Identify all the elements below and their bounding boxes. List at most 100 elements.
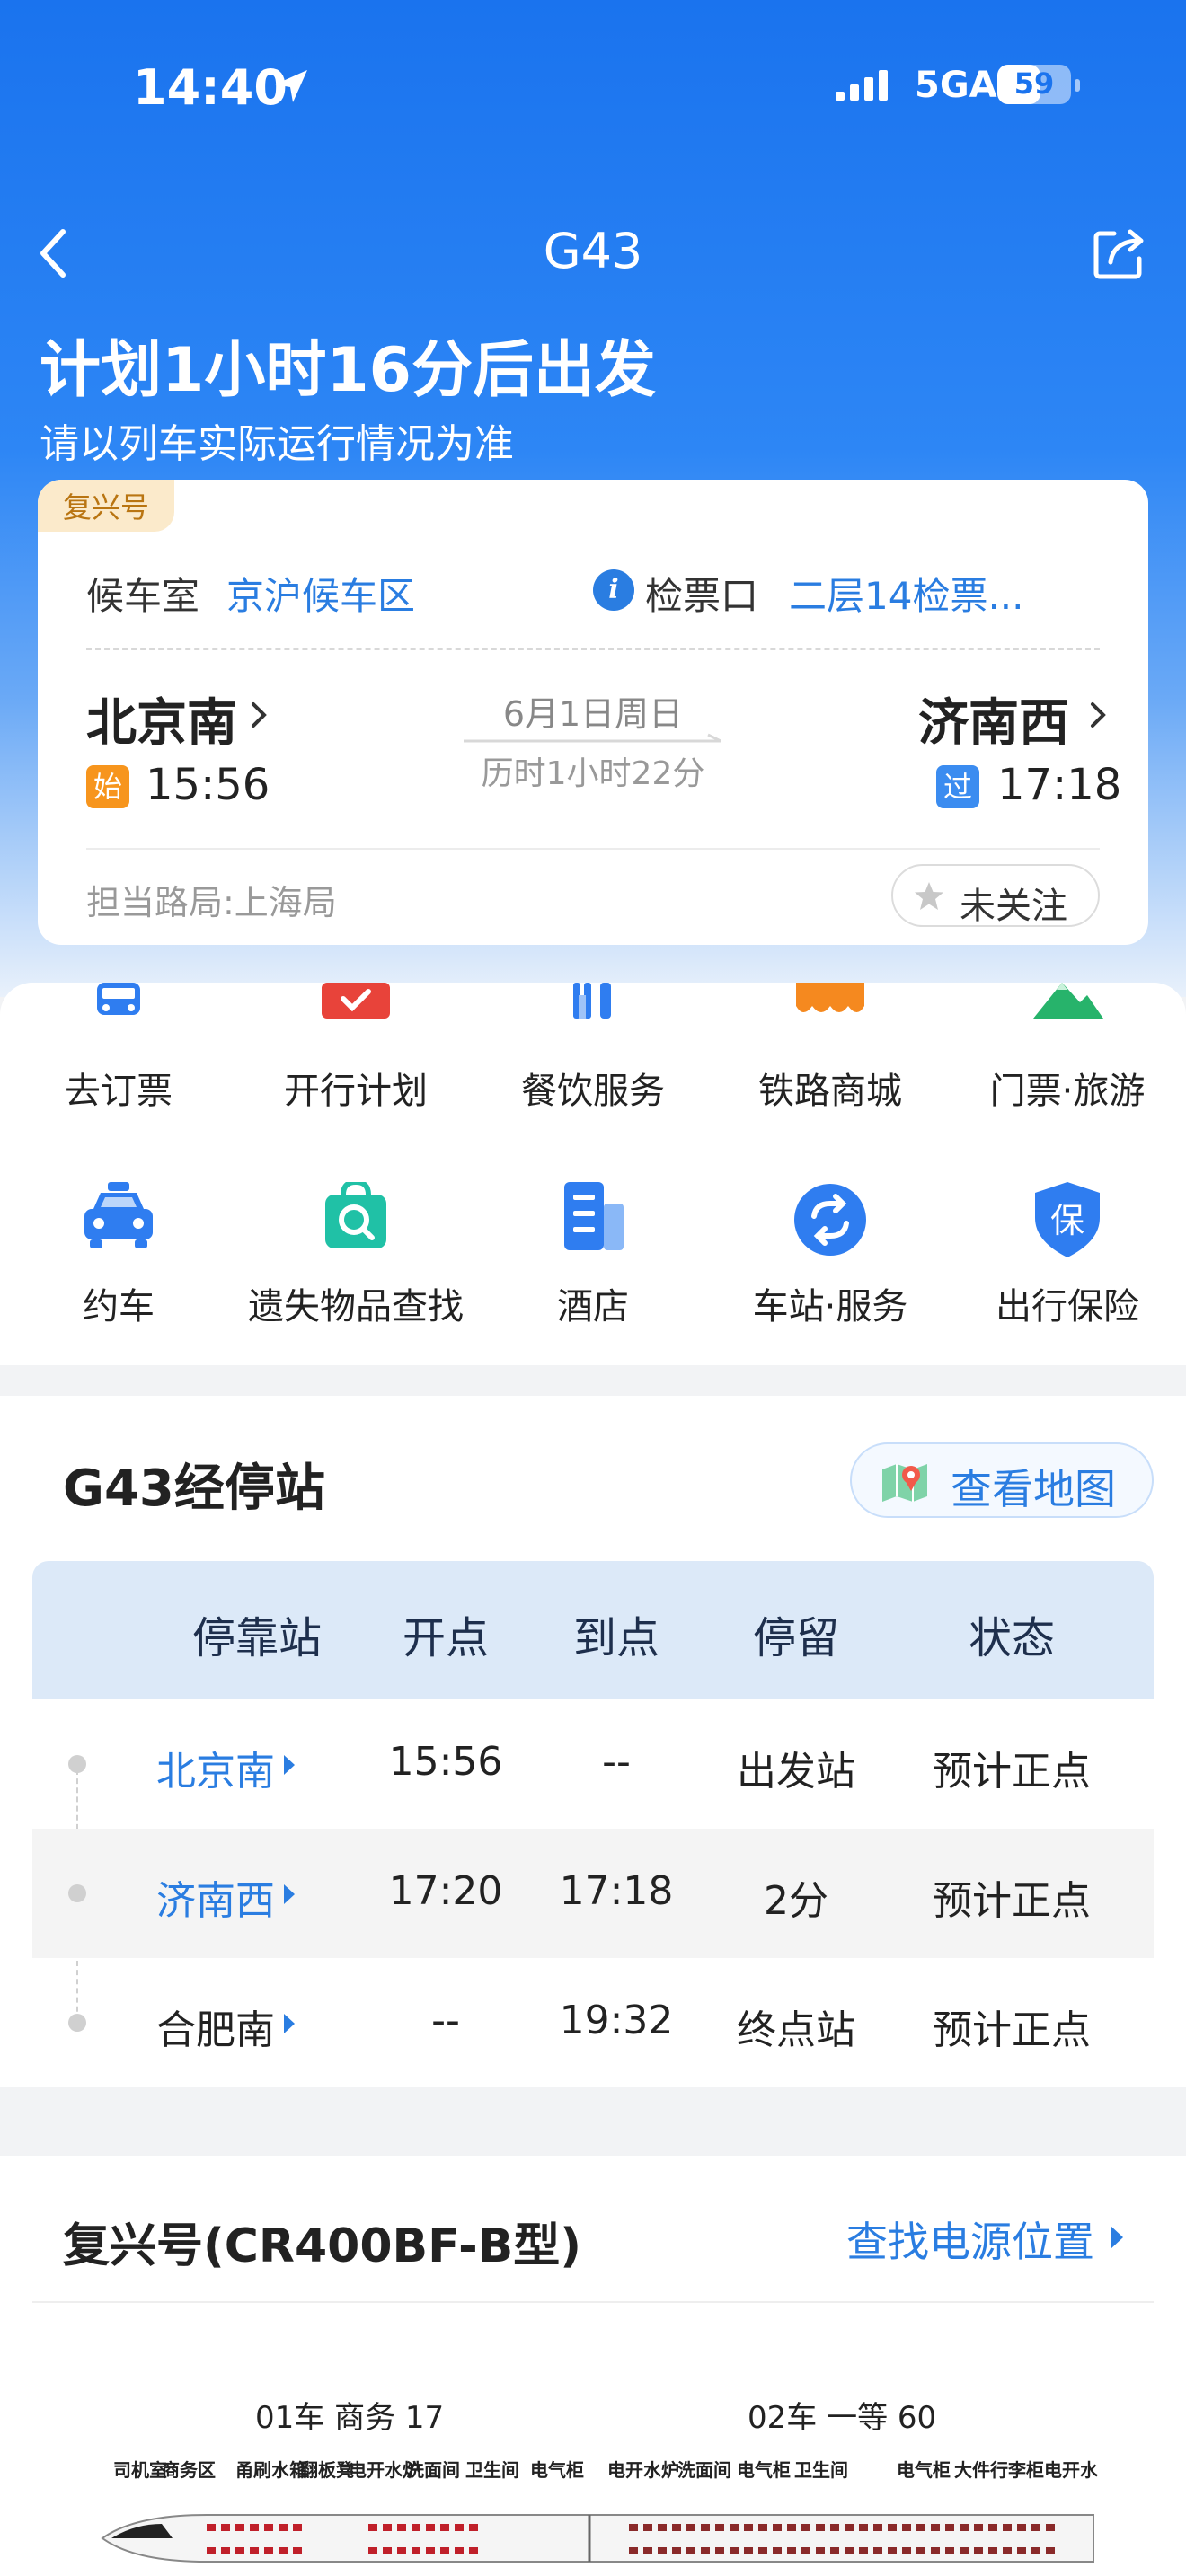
info-icon[interactable]: i <box>593 569 634 611</box>
seat <box>383 2524 392 2531</box>
seat <box>469 2524 478 2531</box>
lost-found-search-icon <box>325 1182 386 1248</box>
service-mall[interactable]: 铁路商城 <box>712 983 949 1126</box>
travel-duration: 历时1小时22分 <box>481 755 705 792</box>
seat <box>686 2547 695 2554</box>
seat <box>658 2547 667 2554</box>
follow-button[interactable]: 未关注 <box>891 864 1100 927</box>
seat <box>801 2524 810 2531</box>
stop-station[interactable]: 合肥南 <box>156 1998 275 2055</box>
seat <box>455 2547 464 2554</box>
seat <box>1031 2524 1040 2531</box>
calendar-check-icon <box>322 983 390 1019</box>
seat <box>845 2524 854 2531</box>
service-book-ticket[interactable]: 去订票 <box>0 983 237 1126</box>
seat <box>368 2524 377 2531</box>
view-map-button[interactable]: 查看地图 <box>850 1442 1154 1518</box>
seat <box>916 2524 925 2531</box>
stops-section: G43经停站 查看地图 停靠站 开点 到点 停留 状态 北京南 15:56 --… <box>0 1396 1186 2087</box>
seat <box>845 2547 854 2554</box>
seat <box>293 2524 302 2531</box>
stop-stay: 终点站 <box>737 2007 855 2053</box>
service-dining[interactable]: 餐饮服务 <box>474 983 712 1126</box>
service-label: 酒店 <box>557 1286 629 1328</box>
stop-stay: 2分 <box>764 1878 828 1924</box>
railway-bureau: 担当路局:上海局 <box>86 883 337 922</box>
seat <box>264 2524 273 2531</box>
shop-icon <box>796 983 864 1012</box>
seat <box>744 2524 753 2531</box>
service-schedule[interactable]: 开行计划 <box>237 983 474 1126</box>
timeline-dot <box>68 1884 86 1902</box>
service-car-hailing[interactable]: 约车 <box>0 1182 237 1328</box>
seat <box>960 2547 969 2554</box>
stop-arrive: 19:32 <box>559 1998 674 2043</box>
table-row[interactable]: 合肥南 -- 19:32 终点站 预计正点 <box>32 1958 1154 2087</box>
service-insurance[interactable]: 保 出行保险 <box>949 1182 1186 1328</box>
service-label: 餐饮服务 <box>521 1071 665 1112</box>
service-station[interactable]: 车站·服务 <box>712 1182 949 1328</box>
arrival-station[interactable]: 济南西 <box>918 683 1069 755</box>
seat <box>730 2547 739 2554</box>
stops-table: 停靠站 开点 到点 停留 状态 北京南 15:56 -- 出发站 预计正点 济南… <box>32 1561 1154 2093</box>
car-feature-label: 卫生间 <box>794 2459 848 2481</box>
departure-station[interactable]: 北京南 <box>86 683 237 755</box>
seat <box>455 2524 464 2531</box>
car-feature-label: 电开水炉 <box>607 2459 679 2481</box>
seat <box>412 2547 420 2554</box>
header-background: 14:40 5GA 59 G43 计划1小时16分后出发 请以列车实际运行情况为… <box>0 0 1186 997</box>
service-tickets-travel[interactable]: 门票·旅游 <box>949 983 1186 1126</box>
ticket-gate-value[interactable]: 二层14检票... <box>789 566 1112 621</box>
origin-badge: 始 <box>86 765 129 808</box>
waiting-room-value[interactable]: 京沪候车区 <box>226 566 415 621</box>
share-icon[interactable] <box>1089 225 1148 284</box>
mountain-icon <box>1033 983 1103 1019</box>
seat <box>945 2547 954 2554</box>
seat <box>1003 2547 1012 2554</box>
seat <box>629 2524 638 2531</box>
battery-percent: 59 <box>1013 66 1055 101</box>
service-label: 出行保险 <box>996 1286 1139 1328</box>
section-title: G43经停站 <box>63 1460 325 1518</box>
find-power-link[interactable]: 查找电源位置 <box>846 2210 1094 2269</box>
seat <box>1017 2547 1026 2554</box>
service-lost-found[interactable]: 遗失物品查找 <box>237 1182 474 1328</box>
seat <box>701 2547 710 2554</box>
seat <box>629 2547 638 2554</box>
table-row[interactable]: 北京南 15:56 -- 出发站 预计正点 <box>32 1699 1154 1829</box>
seat <box>1046 2524 1055 2531</box>
stop-station[interactable]: 北京南 <box>156 1739 275 1796</box>
seat <box>643 2547 652 2554</box>
car-feature-label: 大件行李柜 <box>954 2459 1044 2481</box>
seat <box>902 2524 911 2531</box>
seat <box>250 2524 259 2531</box>
stop-depart: 15:56 <box>388 1739 503 1785</box>
stop-depart: -- <box>431 1998 460 2043</box>
status-time: 14:40 <box>133 59 288 116</box>
location-arrow-icon <box>275 70 307 102</box>
seat <box>426 2524 435 2531</box>
service-hotel[interactable]: 酒店 <box>474 1182 712 1328</box>
seat <box>873 2547 882 2554</box>
seat <box>440 2547 449 2554</box>
departure-countdown: 计划1小时16分后出发 <box>40 335 656 406</box>
seat <box>974 2547 983 2554</box>
seat <box>426 2547 435 2554</box>
view-map-label: 查看地图 <box>951 1465 1116 1513</box>
stop-arrive: -- <box>602 1739 631 1785</box>
stop-station[interactable]: 济南西 <box>156 1868 275 1926</box>
seat <box>744 2547 753 2554</box>
seat <box>412 2524 420 2531</box>
seat <box>816 2524 825 2531</box>
seat <box>988 2547 997 2554</box>
seat <box>1031 2547 1040 2554</box>
table-row[interactable]: 济南西 17:20 17:18 2分 预计正点 <box>32 1829 1154 1958</box>
seat <box>830 2547 839 2554</box>
chevron-right-icon[interactable] <box>1087 699 1109 731</box>
chevron-right-icon[interactable] <box>248 699 270 731</box>
seat <box>773 2524 782 2531</box>
seat <box>945 2524 954 2531</box>
train-model-title: 复兴号(CR400BF-B型) <box>63 2219 582 2273</box>
cellular-signal-icon <box>836 70 888 101</box>
caret-right-icon[interactable] <box>1111 2226 1123 2249</box>
